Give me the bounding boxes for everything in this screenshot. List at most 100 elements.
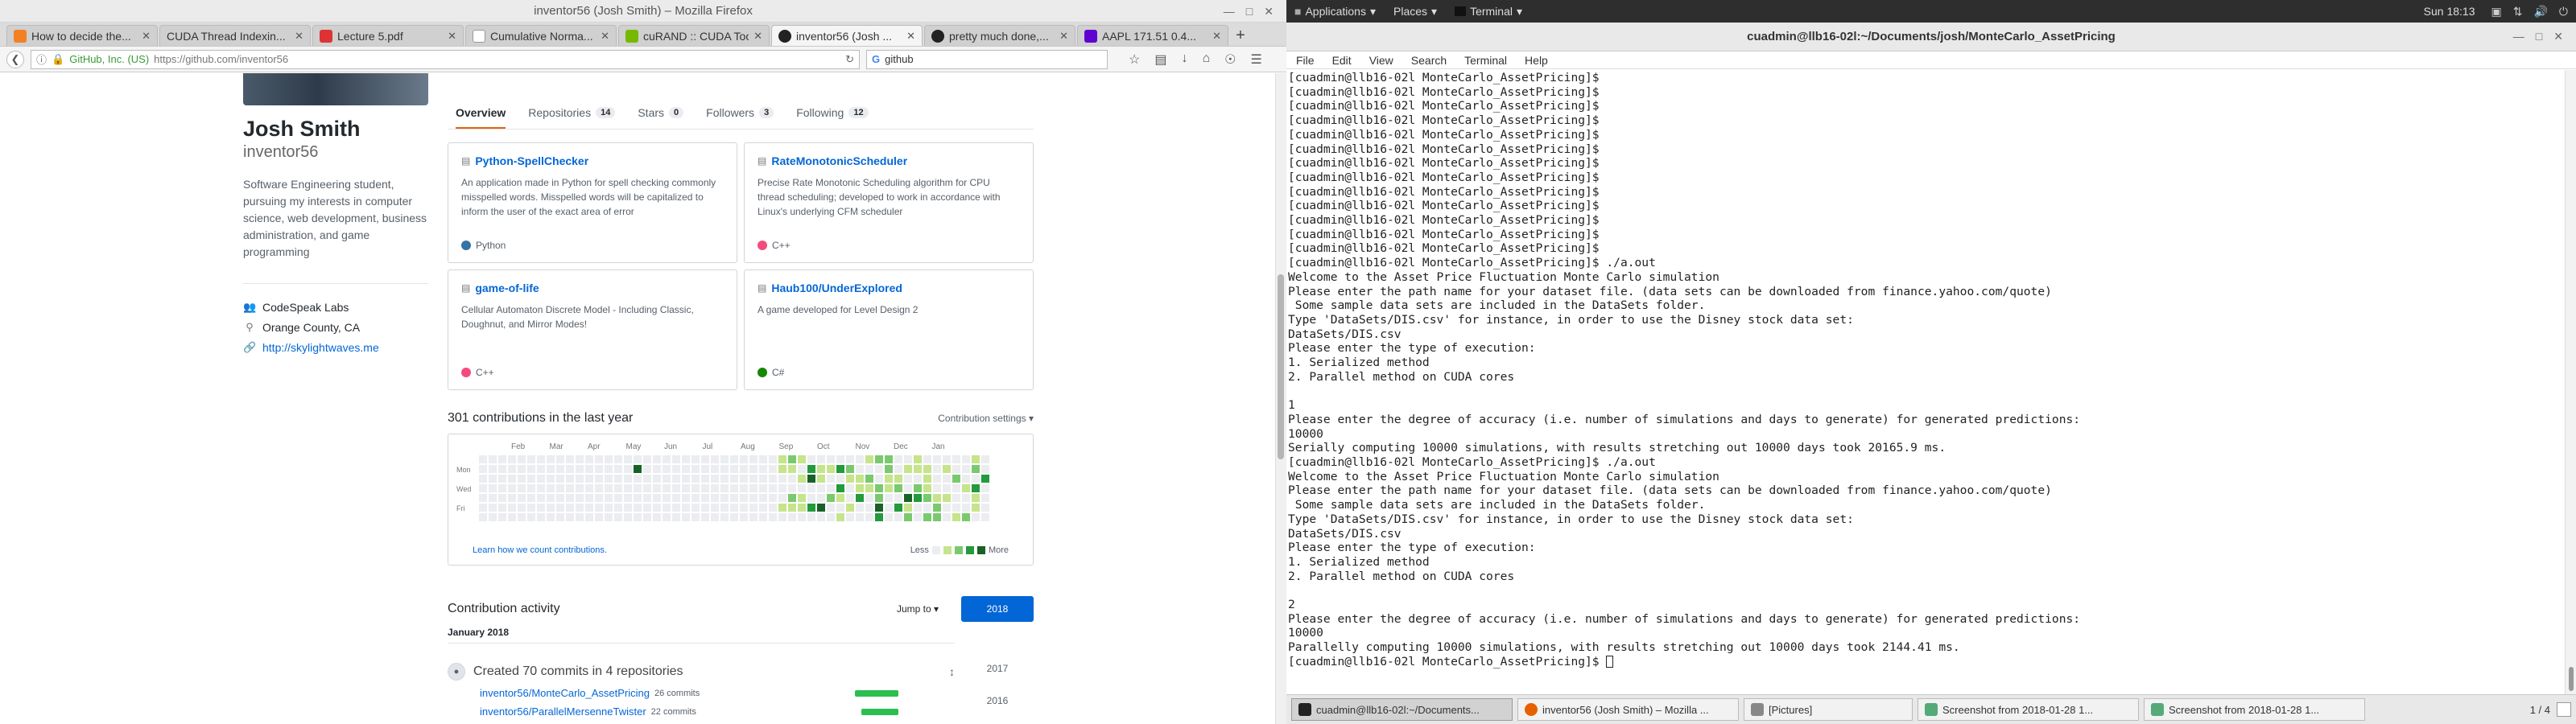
- contribution-day[interactable]: [518, 504, 526, 512]
- contribution-day[interactable]: [711, 513, 719, 521]
- contribution-day[interactable]: [788, 494, 796, 502]
- contribution-day[interactable]: [981, 494, 989, 502]
- tab-overview[interactable]: Overview: [456, 106, 506, 129]
- contribution-day[interactable]: [846, 484, 854, 492]
- contribution-day[interactable]: [759, 465, 767, 473]
- contribution-day[interactable]: [576, 475, 584, 483]
- contribution-day[interactable]: [865, 455, 873, 463]
- contribution-day[interactable]: [807, 494, 815, 502]
- contribution-day[interactable]: [547, 465, 555, 473]
- contribution-day[interactable]: [498, 475, 506, 483]
- contribution-day[interactable]: [701, 494, 709, 502]
- workspace-box[interactable]: [2557, 702, 2571, 717]
- power-icon[interactable]: ⏻: [2559, 5, 2568, 19]
- contribution-day[interactable]: [624, 475, 632, 483]
- contribution-day[interactable]: [836, 455, 844, 463]
- contribution-day[interactable]: [885, 513, 893, 521]
- contribution-day[interactable]: [711, 455, 719, 463]
- contribution-day[interactable]: [778, 455, 786, 463]
- menu-icon[interactable]: ☰: [1250, 51, 1261, 68]
- contribution-day[interactable]: [740, 465, 748, 473]
- contribution-day[interactable]: [682, 455, 690, 463]
- contribution-day[interactable]: [537, 475, 545, 483]
- info-icon[interactable]: ⓘ: [36, 51, 47, 67]
- contribution-day[interactable]: [720, 494, 729, 502]
- contribution-day[interactable]: [933, 455, 941, 463]
- contribution-day[interactable]: [614, 455, 622, 463]
- menu-search[interactable]: Search: [1411, 54, 1447, 67]
- contribution-day[interactable]: [952, 513, 960, 521]
- contribution-day[interactable]: [595, 455, 603, 463]
- contribution-day[interactable]: [711, 494, 719, 502]
- contribution-day[interactable]: [653, 494, 661, 502]
- contribution-day[interactable]: [943, 484, 951, 492]
- contribution-day[interactable]: [576, 504, 584, 512]
- contribution-day[interactable]: [643, 484, 651, 492]
- contribution-day[interactable]: [634, 465, 642, 473]
- contribution-day[interactable]: [682, 484, 690, 492]
- contribution-day[interactable]: [856, 484, 864, 492]
- tab-close-icon[interactable]: ✕: [448, 30, 456, 43]
- contribution-day[interactable]: [585, 465, 593, 473]
- contribution-day[interactable]: [518, 484, 526, 492]
- contribution-day[interactable]: [962, 455, 970, 463]
- contribution-day[interactable]: [489, 494, 497, 502]
- contribution-day[interactable]: [566, 484, 574, 492]
- contribution-day[interactable]: [508, 513, 516, 521]
- contribution-day[interactable]: [943, 465, 951, 473]
- contribution-day[interactable]: [537, 513, 545, 521]
- contribution-day[interactable]: [682, 504, 690, 512]
- volume-icon[interactable]: 🔊: [2533, 5, 2547, 19]
- browser-tab[interactable]: AAPL 171.51 0.4... ✕: [1077, 25, 1228, 46]
- tab-close-icon[interactable]: ✕: [906, 30, 915, 43]
- contribution-day[interactable]: [508, 494, 516, 502]
- contribution-day[interactable]: [807, 513, 815, 521]
- contribution-day[interactable]: [749, 484, 758, 492]
- contribution-day[interactable]: [972, 475, 980, 483]
- repo-link[interactable]: Python-SpellChecker: [475, 154, 588, 167]
- contribution-day[interactable]: [827, 494, 835, 502]
- contribution-day[interactable]: [498, 465, 506, 473]
- contribution-day[interactable]: [894, 504, 902, 512]
- contribution-day[interactable]: [914, 494, 922, 502]
- contribution-day[interactable]: [856, 513, 864, 521]
- contribution-day[interactable]: [740, 504, 748, 512]
- contribution-day[interactable]: [556, 494, 564, 502]
- contribution-day[interactable]: [807, 455, 815, 463]
- contribution-day[interactable]: [730, 513, 738, 521]
- contribution-day[interactable]: [972, 513, 980, 521]
- contribution-day[interactable]: [614, 475, 622, 483]
- taskbar-item-pictures[interactable]: [Pictures]: [1744, 698, 1913, 721]
- contribution-day[interactable]: [605, 475, 613, 483]
- tab-close-icon[interactable]: ✕: [753, 30, 762, 43]
- contribution-day[interactable]: [778, 475, 786, 483]
- tab-following[interactable]: Following 12: [796, 106, 869, 129]
- activity-repo-link[interactable]: inventor56/ParallelMersenneTwister: [480, 705, 646, 718]
- contribution-day[interactable]: [759, 455, 767, 463]
- contribution-day[interactable]: [605, 504, 613, 512]
- contribution-day[interactable]: [585, 455, 593, 463]
- contribution-day[interactable]: [643, 494, 651, 502]
- tab-close-icon[interactable]: ✕: [601, 30, 609, 43]
- contribution-day[interactable]: [759, 513, 767, 521]
- contribution-day[interactable]: [518, 465, 526, 473]
- contribution-day[interactable]: [865, 513, 873, 521]
- contribution-day[interactable]: [595, 513, 603, 521]
- contribution-day[interactable]: [875, 504, 883, 512]
- contribution-day[interactable]: [556, 455, 564, 463]
- contribution-day[interactable]: [769, 513, 777, 521]
- contribution-day[interactable]: [701, 504, 709, 512]
- contribution-day[interactable]: [962, 475, 970, 483]
- contribution-day[interactable]: [527, 513, 535, 521]
- contribution-day[interactable]: [836, 513, 844, 521]
- contribution-day[interactable]: [885, 504, 893, 512]
- contribution-day[interactable]: [537, 465, 545, 473]
- contribution-day[interactable]: [643, 465, 651, 473]
- contribution-day[interactable]: [547, 513, 555, 521]
- contribution-day[interactable]: [672, 504, 680, 512]
- terminal-app-menu[interactable]: Terminal ▾: [1455, 5, 1522, 19]
- menu-terminal[interactable]: Terminal: [1464, 54, 1507, 67]
- contribution-day[interactable]: [981, 484, 989, 492]
- scrollbar-thumb[interactable]: [1278, 274, 1284, 459]
- contribution-day[interactable]: [798, 455, 806, 463]
